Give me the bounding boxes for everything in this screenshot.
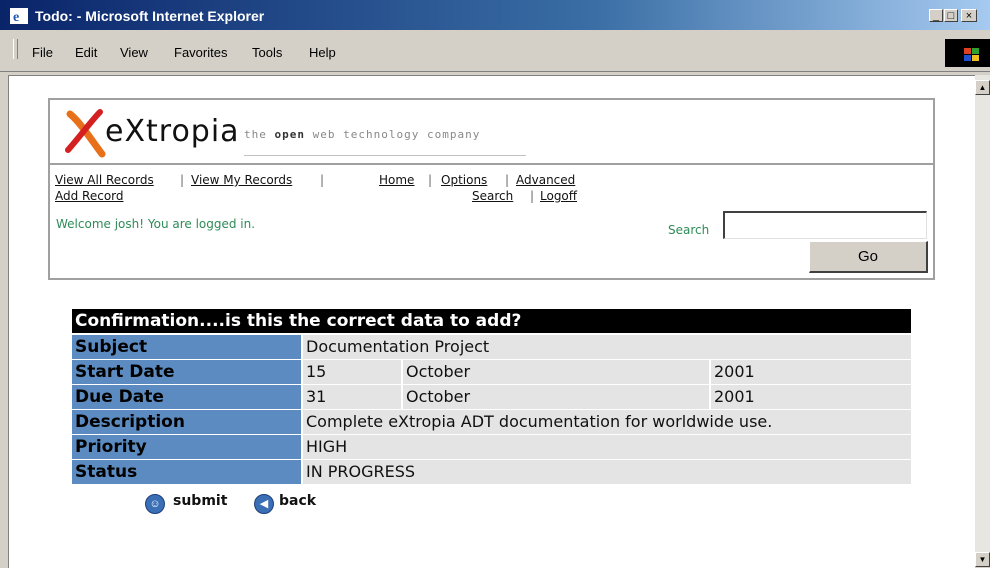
field-label: Start Date [72,360,301,384]
go-button[interactable]: Go [809,241,928,273]
field-label: Status [72,460,301,484]
field-label: Subject [72,335,301,359]
menu-file[interactable]: File [32,45,53,60]
view-my-records-link[interactable]: View My Records [191,173,292,187]
table-row: Description Complete eXtropia ADT docume… [72,410,911,434]
nav-separator: | [180,173,185,187]
tagline-underline [244,155,526,156]
menu-view[interactable]: View [120,45,148,60]
svg-text:e: e [13,10,19,24]
logoff-link[interactable]: Logoff [540,189,577,203]
field-value: IN PROGRESS [303,460,911,484]
table-row: Priority HIGH [72,435,911,459]
table-row: Start Date 15 October 2001 [72,360,911,384]
confirmation-heading: Confirmation....is this the correct data… [72,309,911,333]
field-value: Documentation Project [303,335,911,359]
back-arrow-icon[interactable]: ◀ [254,494,274,514]
start-day-value: 15 [303,360,401,384]
internet-explorer-icon: e [10,8,28,24]
start-year-value: 2001 [711,360,911,384]
add-record-link[interactable]: Add Record [55,189,124,203]
menu-bar [0,30,990,72]
home-link[interactable]: Home [379,173,414,187]
field-label: Priority [72,435,301,459]
nav-separator: | [505,173,510,187]
window-title: Todo: - Microsoft Internet Explorer [35,8,265,24]
nav-separator: | [428,173,433,187]
menu-edit[interactable]: Edit [75,45,97,60]
submit-button[interactable]: submit [173,493,227,509]
table-row: Due Date 31 October 2001 [72,385,911,409]
menu-help[interactable]: Help [309,45,336,60]
menu-tools[interactable]: Tools [252,45,282,60]
search-label: Search [668,223,710,237]
windows-logo-icon [945,39,990,67]
back-button[interactable]: back [279,493,316,509]
nav-separator: | [320,173,325,187]
field-label: Due Date [72,385,301,409]
minimize-button[interactable]: _ [929,9,943,22]
header-divider [50,163,933,165]
welcome-message: Welcome josh! You are logged in. [56,217,256,231]
field-label: Description [72,410,301,434]
table-row: Status IN PROGRESS [72,460,911,484]
search-input[interactable] [723,211,927,239]
brand-tagline: the open web technology company [244,128,481,141]
window-title-bar: e Todo: - Microsoft Internet Explorer _ … [0,0,990,30]
advanced-search-link[interactable]: Advanced [516,173,575,187]
start-month-value: October [403,360,709,384]
due-year-value: 2001 [711,385,911,409]
close-button[interactable]: × [961,9,977,22]
scroll-down-button[interactable]: ▼ [975,552,990,567]
scroll-up-button[interactable]: ▲ [975,80,990,95]
due-month-value: October [403,385,709,409]
brand-name: eXtropia [105,114,240,149]
smiley-icon[interactable]: ☺ [145,494,165,514]
view-all-records-link[interactable]: View All Records [55,173,154,187]
due-day-value: 31 [303,385,401,409]
options-link[interactable]: Options [441,173,487,187]
field-value: HIGH [303,435,911,459]
advanced-search-link-2[interactable]: Search [472,189,513,203]
nav-separator: | [530,189,535,203]
maximize-button[interactable]: □ [944,9,958,22]
vertical-scrollbar[interactable]: ▲ ▼ [975,75,990,567]
menu-grip [13,39,18,59]
field-value: Complete eXtropia ADT documentation for … [303,410,911,434]
extropia-logo-icon [65,109,106,158]
menu-favorites[interactable]: Favorites [174,45,227,60]
table-row: Subject Documentation Project [72,335,911,359]
